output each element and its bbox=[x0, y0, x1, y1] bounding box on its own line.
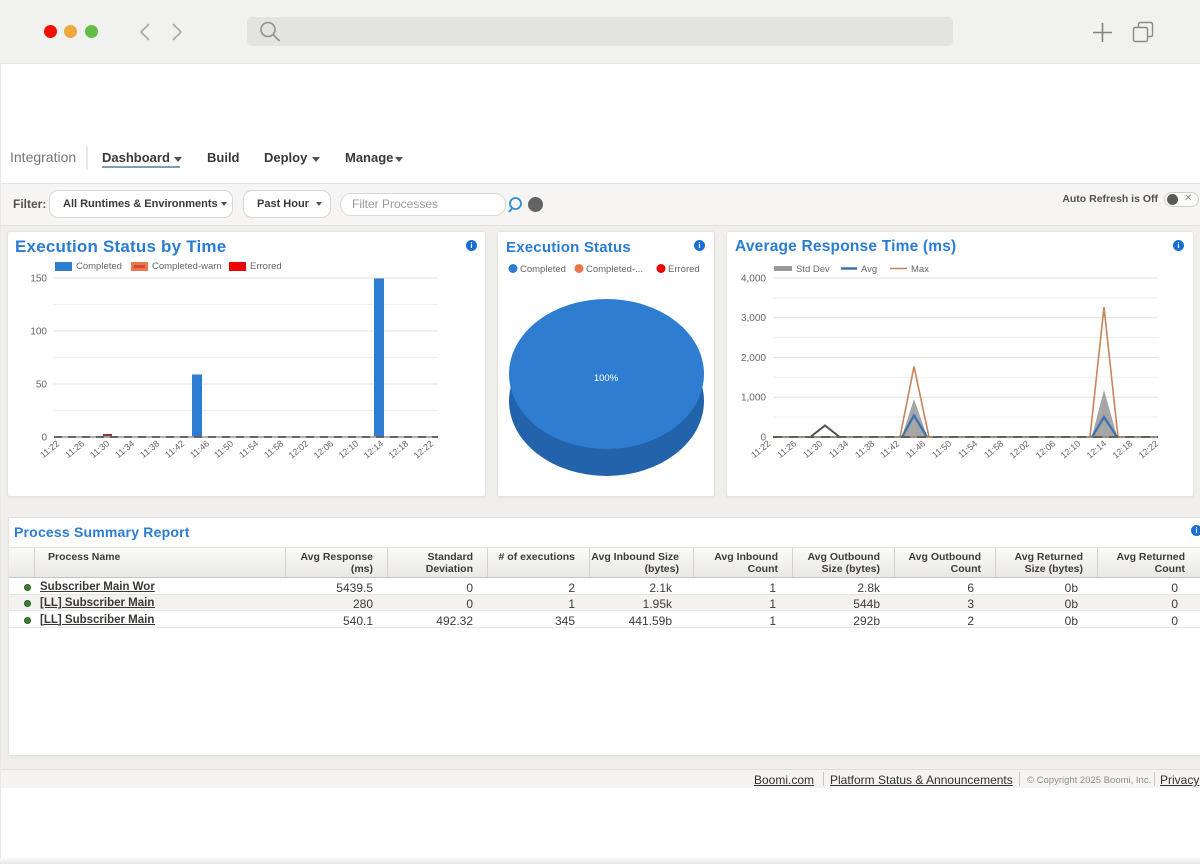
svg-text:12:22: 12:22 bbox=[1137, 438, 1161, 460]
svg-text:11:54: 11:54 bbox=[237, 438, 260, 460]
svg-text:150: 150 bbox=[30, 274, 47, 285]
svg-text:11:42: 11:42 bbox=[163, 438, 186, 460]
svg-text:11:34: 11:34 bbox=[113, 438, 136, 460]
svg-text:11:42: 11:42 bbox=[878, 438, 901, 460]
svg-text:11:50: 11:50 bbox=[930, 438, 953, 460]
svg-text:Max: Max bbox=[911, 264, 929, 275]
svg-text:11:46: 11:46 bbox=[188, 438, 211, 460]
svg-text:Completed: Completed bbox=[520, 264, 566, 275]
svg-text:11:38: 11:38 bbox=[138, 438, 161, 460]
svg-text:11:54: 11:54 bbox=[956, 438, 979, 460]
svg-text:12:14: 12:14 bbox=[362, 438, 386, 460]
svg-text:100%: 100% bbox=[594, 373, 619, 384]
svg-text:0: 0 bbox=[41, 433, 47, 444]
svg-text:Errored: Errored bbox=[668, 264, 700, 275]
svg-text:12:18: 12:18 bbox=[387, 438, 411, 460]
svg-text:100: 100 bbox=[30, 327, 47, 338]
svg-text:12:10: 12:10 bbox=[337, 438, 361, 460]
svg-text:11:46: 11:46 bbox=[904, 438, 927, 460]
svg-text:12:10: 12:10 bbox=[1059, 438, 1083, 460]
svg-text:11:22: 11:22 bbox=[749, 438, 772, 460]
svg-text:4,000: 4,000 bbox=[741, 274, 766, 285]
svg-text:2,000: 2,000 bbox=[741, 353, 766, 364]
svg-text:50: 50 bbox=[36, 380, 48, 391]
svg-text:12:14: 12:14 bbox=[1085, 438, 1109, 460]
svg-text:11:38: 11:38 bbox=[853, 438, 876, 460]
svg-text:11:30: 11:30 bbox=[801, 438, 824, 460]
svg-text:12:02: 12:02 bbox=[287, 438, 311, 460]
svg-text:11:30: 11:30 bbox=[88, 438, 111, 460]
svg-text:12:18: 12:18 bbox=[1111, 438, 1135, 460]
svg-text:11:26: 11:26 bbox=[775, 438, 798, 460]
svg-text:12:02: 12:02 bbox=[1008, 438, 1032, 460]
svg-text:12:06: 12:06 bbox=[312, 438, 336, 460]
svg-text:11:26: 11:26 bbox=[63, 438, 86, 460]
svg-text:12:22: 12:22 bbox=[412, 438, 436, 460]
svg-text:12:06: 12:06 bbox=[1034, 438, 1058, 460]
svg-text:11:34: 11:34 bbox=[827, 438, 850, 460]
svg-text:Avg: Avg bbox=[861, 264, 877, 275]
svg-text:3,000: 3,000 bbox=[741, 313, 766, 324]
svg-text:Std Dev: Std Dev bbox=[796, 264, 830, 275]
svg-text:11:58: 11:58 bbox=[262, 438, 285, 460]
svg-text:11:58: 11:58 bbox=[982, 438, 1005, 460]
svg-text:1,000: 1,000 bbox=[741, 393, 766, 404]
svg-text:Completed-...: Completed-... bbox=[586, 264, 643, 275]
svg-text:11:50: 11:50 bbox=[212, 438, 235, 460]
